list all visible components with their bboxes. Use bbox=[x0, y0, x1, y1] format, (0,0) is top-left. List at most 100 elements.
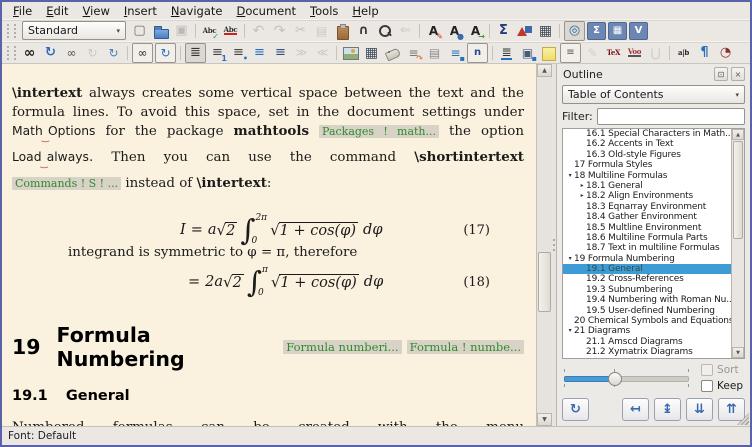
outline-item[interactable]: 18.7 Text in multiline Formulas bbox=[563, 243, 744, 253]
outline-item[interactable]: 19.5 User-defined Numbering bbox=[563, 306, 744, 316]
outline-item[interactable]: 19.2 Cross-References bbox=[563, 274, 744, 284]
menu-help[interactable]: Help bbox=[345, 3, 385, 19]
menu-edit[interactable]: Edit bbox=[39, 3, 75, 19]
update-icon[interactable]: ↻ bbox=[41, 44, 60, 62]
spellcheck-icon[interactable]: Abc✓ bbox=[200, 22, 219, 40]
default-paragraph-icon[interactable]: ≣ bbox=[185, 43, 206, 63]
continuous-spellcheck-icon[interactable]: Abc bbox=[221, 22, 240, 40]
insert-note-icon[interactable] bbox=[539, 44, 558, 62]
toggle-math-panel-button[interactable]: Σ bbox=[587, 22, 606, 40]
find-replace-icon[interactable]: ∩ bbox=[354, 22, 373, 40]
index-inset[interactable]: Commands ! S ! ... bbox=[12, 177, 121, 190]
menu-view[interactable]: View bbox=[76, 3, 117, 19]
thesaurus-icon[interactable]: a|b bbox=[674, 44, 693, 62]
equation-18[interactable]: = 2a √2 ∫ π0 √1 + cos(φ) dφ bbox=[188, 265, 383, 299]
insert-figure-icon[interactable] bbox=[341, 44, 360, 62]
document-scrollbar-thumb[interactable] bbox=[538, 252, 551, 312]
scroll-up-icon[interactable]: ▲ bbox=[732, 129, 744, 140]
index-inset[interactable]: Packages ! math... bbox=[319, 125, 439, 138]
outline-item[interactable]: 18.5 Multline Environment bbox=[563, 223, 744, 233]
promote-section-button[interactable]: ↤ bbox=[622, 398, 649, 421]
emphasis-icon[interactable]: A✎ bbox=[424, 22, 443, 40]
menu-file[interactable]: File bbox=[6, 3, 39, 19]
toolbar-handle[interactable] bbox=[7, 46, 16, 60]
filter-input[interactable] bbox=[597, 108, 745, 125]
numbered-list-icon[interactable]: ≡1 bbox=[208, 44, 227, 62]
insert-table-float-icon[interactable]: ▦ bbox=[362, 44, 381, 62]
close-panel-icon[interactable]: × bbox=[731, 67, 745, 81]
menu-tools[interactable]: Tools bbox=[303, 3, 345, 19]
paragraph-settings-icon[interactable]: ¶ bbox=[695, 44, 714, 62]
toggle-review-panel-button[interactable]: V bbox=[629, 22, 648, 40]
insert-wrap-icon[interactable]: ≡↷ bbox=[404, 44, 423, 62]
outline-item[interactable]: 19.4 Numbering with Roman Nu... bbox=[563, 295, 744, 305]
outline-item[interactable]: 16.1 Special Characters in Math... bbox=[563, 129, 744, 139]
insert-hyperlink-icon[interactable]: ✎ bbox=[583, 44, 602, 62]
save-document-icon[interactable]: ▣ bbox=[172, 22, 191, 40]
menu-insert[interactable]: Insert bbox=[117, 3, 164, 19]
move-section-up-button[interactable]: ⇈ bbox=[718, 398, 745, 421]
outline-item[interactable]: ▸18.1 General bbox=[563, 181, 744, 191]
index-inset[interactable]: Formula ! numbe... bbox=[407, 340, 524, 354]
equation-17[interactable]: I = a √2 ∫ 2π0 √1 + cos(φ) dφ bbox=[180, 213, 382, 247]
outline-scrollbar-thumb[interactable] bbox=[733, 141, 743, 239]
float-panel-icon[interactable]: ⊡ bbox=[714, 67, 728, 81]
view-cycle-icon[interactable]: ↻ bbox=[104, 44, 123, 62]
insert-marginnote-icon[interactable]: ≣ bbox=[497, 44, 516, 62]
outline-item[interactable]: ▸18.2 Align Environments bbox=[563, 191, 744, 201]
toggle-outline-button[interactable]: ◎ bbox=[564, 21, 585, 41]
toggle-table-panel-button[interactable]: ▦ bbox=[608, 22, 627, 40]
update-other-formats-icon[interactable]: ↻ bbox=[155, 43, 176, 63]
insert-math-icon[interactable]: Σ bbox=[494, 22, 513, 40]
outline-item[interactable]: 18.4 Gather Environment bbox=[563, 212, 744, 222]
outline-item[interactable]: 17 Formula Styles bbox=[563, 160, 744, 170]
paste-icon[interactable] bbox=[333, 22, 352, 40]
outline-item[interactable]: 18.3 Eqnarray Environment bbox=[563, 202, 744, 212]
collapse-arrow-icon[interactable]: ▾ bbox=[566, 171, 574, 181]
description-environment-icon[interactable]: ≡ bbox=[271, 44, 290, 62]
expand-arrow-icon[interactable]: ▸ bbox=[578, 191, 586, 201]
paragraph-style-selector[interactable]: Standard ▾ bbox=[22, 21, 126, 40]
keep-checkbox[interactable]: Keep bbox=[701, 380, 743, 392]
copy-icon[interactable]: ▤ bbox=[312, 22, 331, 40]
statistics-icon[interactable]: ◔ bbox=[716, 44, 735, 62]
cut-icon[interactable]: ✂ bbox=[291, 22, 310, 40]
navigate-back-icon[interactable]: ⇐ bbox=[396, 22, 415, 40]
scroll-down-icon[interactable]: ▼ bbox=[732, 347, 744, 358]
view-other-formats-icon[interactable]: ∞ bbox=[132, 43, 153, 63]
noun-style-icon[interactable]: A● bbox=[445, 22, 464, 40]
insert-label-icon[interactable] bbox=[383, 44, 402, 62]
outline-item[interactable]: 19.1 General bbox=[563, 264, 744, 274]
outline-item[interactable]: ▾19 Formula Numbering bbox=[563, 254, 744, 264]
scroll-down-icon[interactable]: ▼ bbox=[537, 413, 552, 426]
view-icon[interactable]: ∞ bbox=[20, 44, 39, 62]
insert-marginpar-icon[interactable]: ▣▪ bbox=[518, 44, 537, 62]
collapse-arrow-icon[interactable]: ▾ bbox=[566, 326, 574, 336]
open-document-icon[interactable] bbox=[151, 22, 170, 40]
outline-item[interactable]: ▾21 Diagrams bbox=[563, 326, 744, 336]
update-master-icon[interactable]: ↻ bbox=[83, 44, 102, 62]
list-environment-icon[interactable]: ≡ bbox=[250, 44, 269, 62]
menu-document[interactable]: Document bbox=[229, 3, 303, 19]
outline-item[interactable]: 21.2 Xymatrix Diagrams bbox=[563, 347, 744, 357]
outline-item[interactable]: ▾18 Multiline Formulas bbox=[563, 171, 744, 181]
update-outline-button[interactable]: ↻ bbox=[562, 398, 589, 421]
expand-arrow-icon[interactable]: ▸ bbox=[578, 181, 586, 191]
insert-pagebreak-icon[interactable]: ▤ bbox=[425, 44, 444, 62]
document-scrollbar[interactable]: ▲ ▼ bbox=[536, 64, 552, 426]
outline-item[interactable]: 18.6 Multiline Formula Parts bbox=[563, 233, 744, 243]
demote-section-button[interactable]: ↨ bbox=[654, 398, 681, 421]
undo-icon[interactable]: ↶ bbox=[249, 22, 268, 40]
outline-scrollbar[interactable]: ▲ ▼ bbox=[731, 129, 744, 358]
insert-tex-icon[interactable]: TeX bbox=[604, 44, 623, 62]
menu-navigate[interactable]: Navigate bbox=[164, 3, 230, 19]
outline-item[interactable]: 20 Chemical Symbols and Equations bbox=[563, 316, 744, 326]
move-section-down-button[interactable]: ⇊ bbox=[686, 398, 713, 421]
index-inset[interactable]: Formula numberi... bbox=[283, 340, 401, 354]
toolbar-handle[interactable] bbox=[7, 24, 16, 38]
insert-file-icon[interactable]: ⋃ bbox=[646, 44, 665, 62]
decrease-depth-icon[interactable]: ≪ bbox=[313, 44, 332, 62]
outline-type-selector[interactable]: Table of Contents ▾ bbox=[562, 85, 745, 104]
new-document-icon[interactable]: ▢ bbox=[130, 22, 149, 40]
scroll-up-icon[interactable]: ▲ bbox=[537, 64, 552, 77]
